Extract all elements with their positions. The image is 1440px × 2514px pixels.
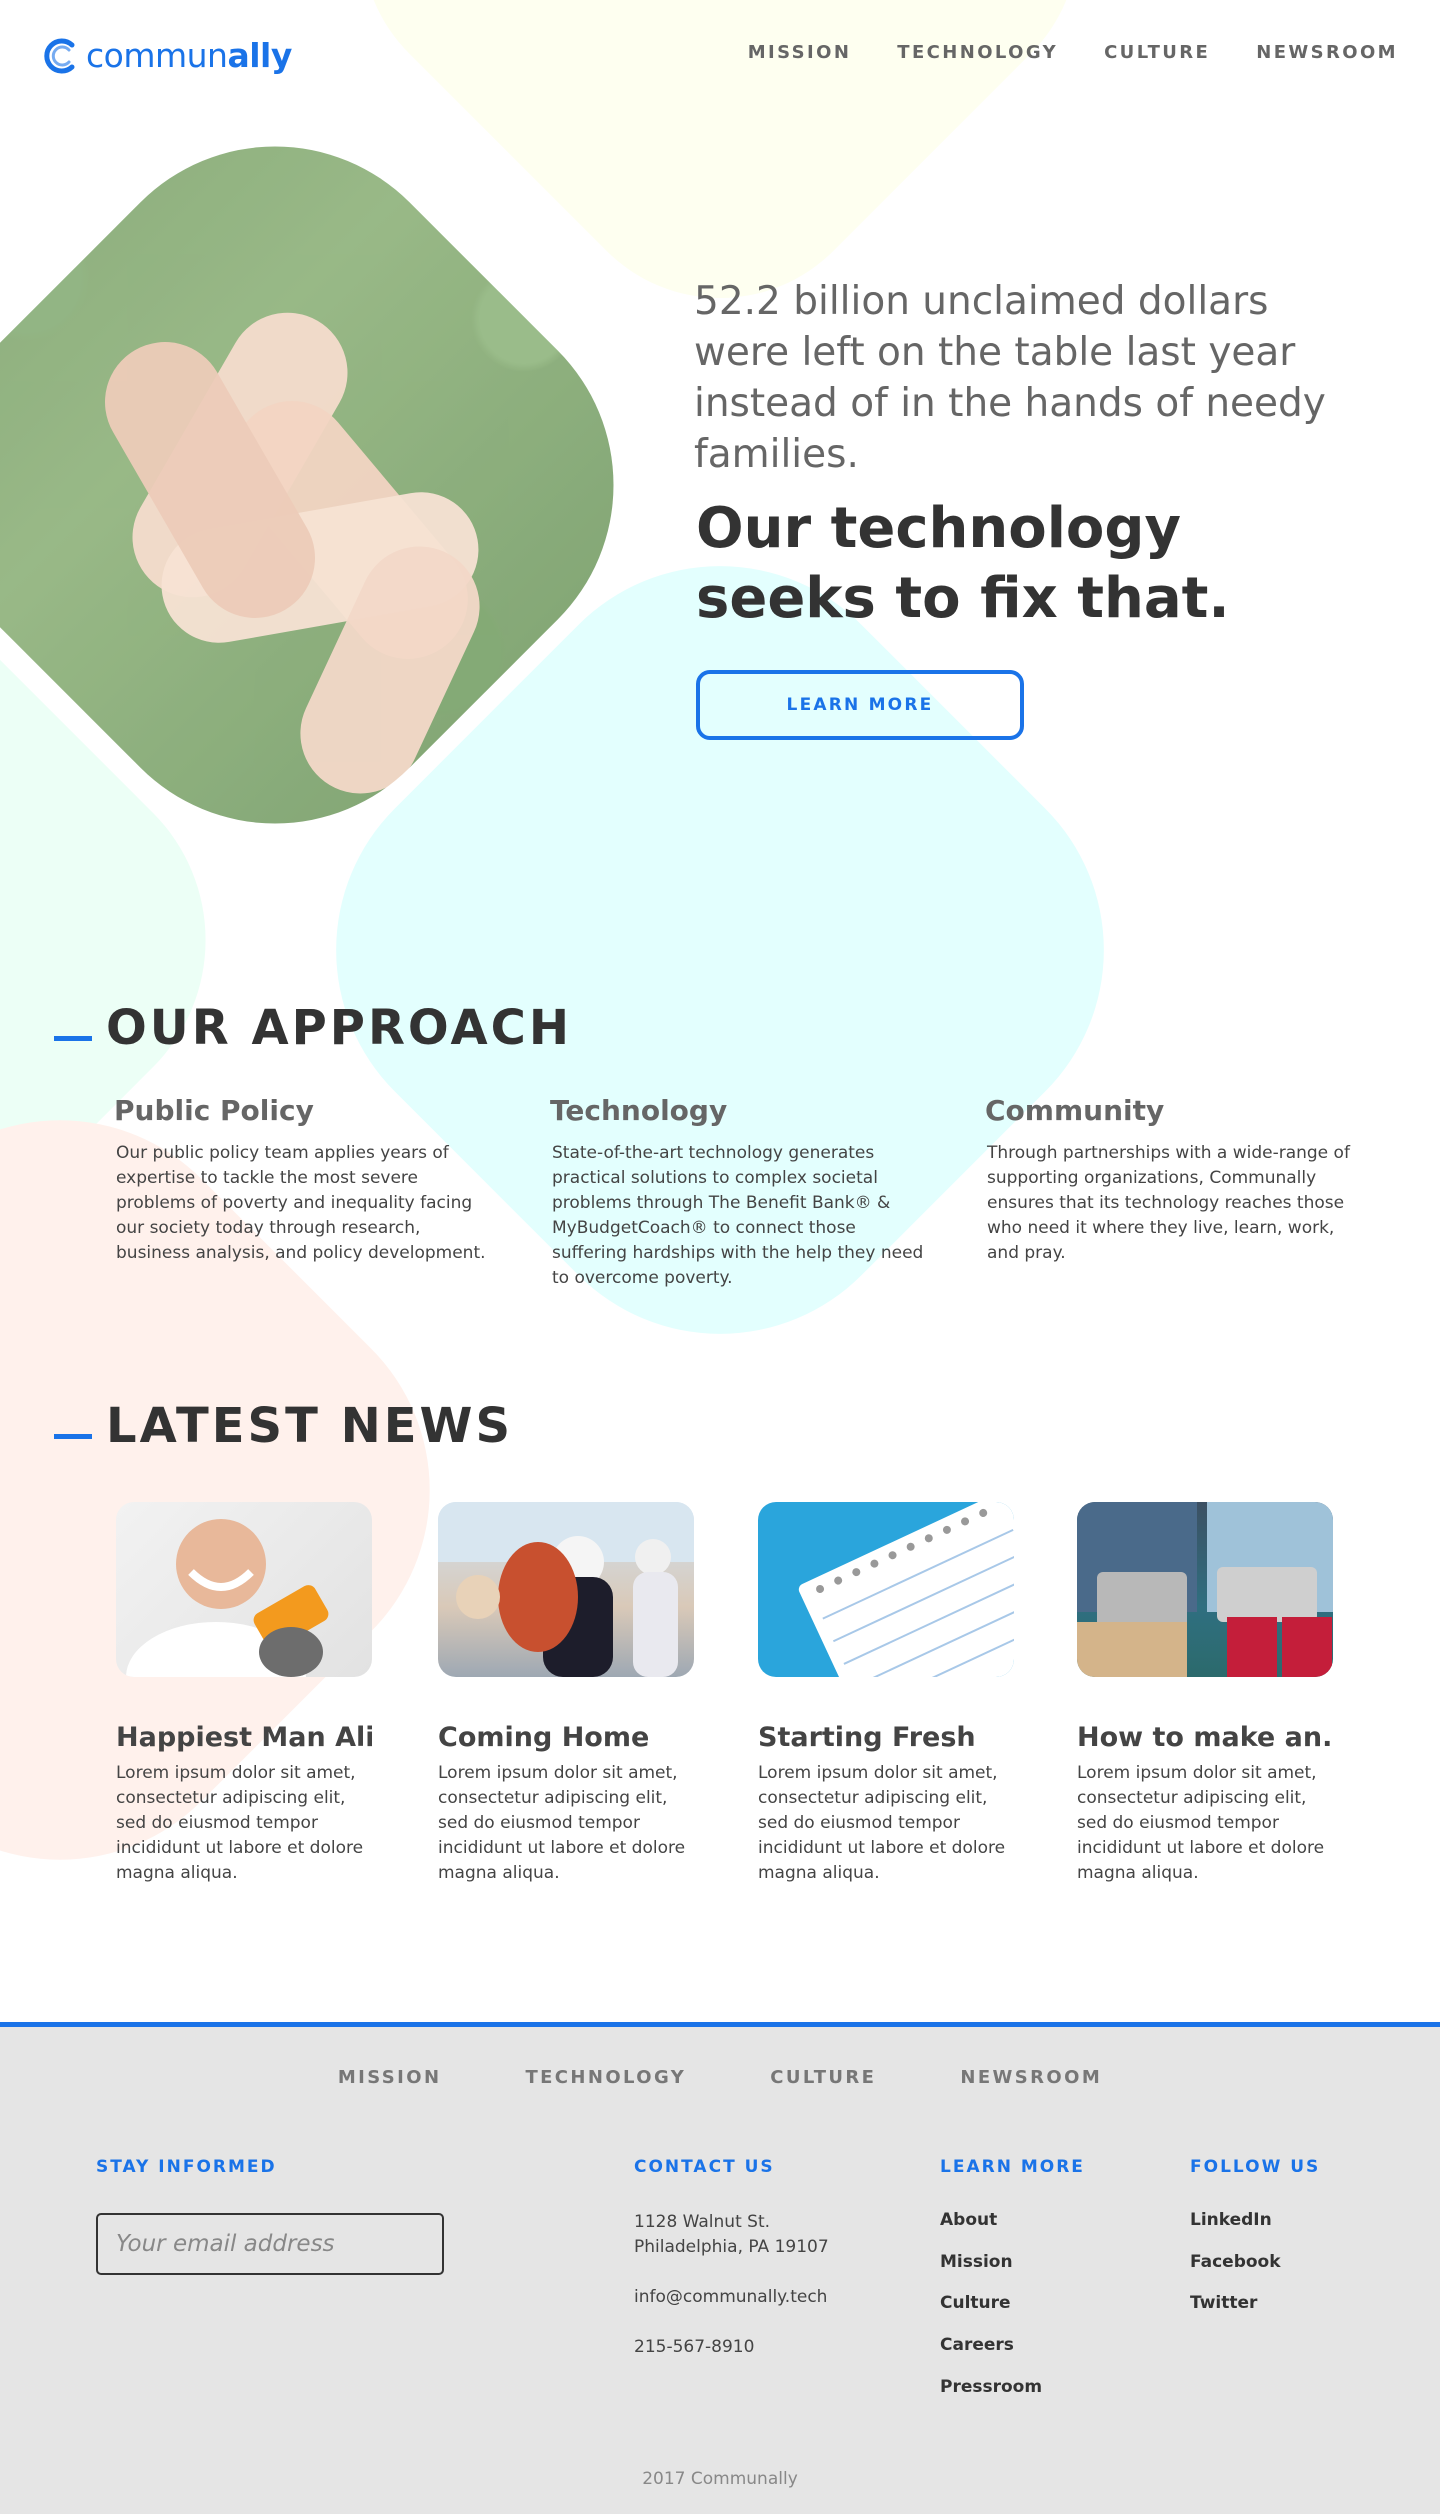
approach-column-community: Community Through partnerships with a wi… <box>985 1094 1357 1266</box>
footer-nav-link-newsroom[interactable]: NEWSROOM <box>960 2067 1102 2088</box>
news-thumbnail-laptops[interactable] <box>1077 1502 1333 1677</box>
approach-column-public-policy: Public Policy Our public policy team app… <box>114 1094 496 1266</box>
footer-nav: MISSION TECHNOLOGY CULTURE NEWSROOM <box>0 2067 1440 2088</box>
site-header: communally MISSION TECHNOLOGY CULTURE NE… <box>0 0 1440 110</box>
news-card[interactable]: Starting Fresh Lorem ipsum dolor sit ame… <box>758 1502 1014 1886</box>
approach-column-title: Technology <box>550 1094 728 1127</box>
news-card[interactable]: Happiest Man Alive Lorem ipsum dolor sit… <box>116 1502 372 1886</box>
footer-link-pressroom[interactable]: Pressroom <box>940 2377 1042 2397</box>
news-card-title[interactable]: How to make an... <box>1077 1722 1333 1753</box>
news-card-title[interactable]: Happiest Man Alive <box>116 1722 372 1753</box>
follow-us-heading: FOLLOW US <box>1190 2157 1321 2177</box>
footer-link-about[interactable]: About <box>940 2210 997 2230</box>
title-accent-bar <box>54 1433 92 1439</box>
news-card[interactable]: How to make an... Lorem ipsum dolor sit … <box>1077 1502 1333 1886</box>
contact-phone-link[interactable]: 215-567-8910 <box>634 2335 754 2360</box>
news-card-title[interactable]: Coming Home <box>438 1722 694 1753</box>
footer-nav-link-technology[interactable]: TECHNOLOGY <box>525 2067 686 2088</box>
footer-nav-link-culture[interactable]: CULTURE <box>770 2067 876 2088</box>
approach-column-text: State-of-the-art technology generates pr… <box>552 1143 924 1288</box>
footer-link-linkedin[interactable]: LinkedIn <box>1190 2210 1272 2230</box>
news-section-title: LATEST NEWS <box>54 1398 513 1454</box>
logo-link[interactable]: communally <box>42 36 292 75</box>
contact-address-line2: Philadelphia, PA 19107 <box>634 2237 829 2257</box>
footer-link-mission[interactable]: Mission <box>940 2252 1013 2272</box>
stay-informed-heading: STAY INFORMED <box>96 2157 277 2177</box>
site-footer: MISSION TECHNOLOGY CULTURE NEWSROOM STAY… <box>0 2022 1440 2514</box>
contact-email-link[interactable]: info@communally.tech <box>634 2285 827 2310</box>
approach-title: OUR APPROACH <box>106 1000 572 1056</box>
approach-column-title: Public Policy <box>114 1094 314 1127</box>
news-card-text: Lorem ipsum dolor sit amet, consectetur … <box>1077 1763 1325 1883</box>
learn-more-button[interactable]: LEARN MORE <box>696 670 1024 740</box>
email-input[interactable] <box>96 2213 444 2275</box>
nav-link-mission[interactable]: MISSION <box>748 42 852 63</box>
news-card-text: Lorem ipsum dolor sit amet, consectetur … <box>758 1763 1006 1883</box>
footer-link-facebook[interactable]: Facebook <box>1190 2252 1281 2272</box>
main-nav: MISSION TECHNOLOGY CULTURE NEWSROOM <box>748 42 1398 63</box>
news-thumbnail-homecoming[interactable] <box>438 1502 694 1677</box>
learn-more-heading: LEARN MORE <box>940 2157 1085 2177</box>
logo-text: communally <box>86 36 292 75</box>
news-card[interactable]: Coming Home Lorem ipsum dolor sit amet, … <box>438 1502 694 1886</box>
hero-heading: Our technology seeks to fix that. <box>696 496 1230 631</box>
logo-text-suffix: ally <box>227 36 292 75</box>
approach-column-technology: Technology State-of-the-art technology g… <box>550 1094 932 1291</box>
footer-nav-link-mission[interactable]: MISSION <box>338 2067 442 2088</box>
nav-link-technology[interactable]: TECHNOLOGY <box>897 42 1058 63</box>
approach-section-title: OUR APPROACH <box>54 1000 572 1056</box>
news-thumbnail-notepad[interactable] <box>758 1502 1014 1677</box>
approach-column-text: Our public policy team applies years of … <box>116 1143 486 1263</box>
logo-text-prefix: commun <box>86 36 228 75</box>
footer-link-careers[interactable]: Careers <box>940 2335 1014 2355</box>
nav-link-culture[interactable]: CULTURE <box>1104 42 1210 63</box>
news-title: LATEST NEWS <box>106 1398 514 1454</box>
title-accent-bar <box>54 1035 92 1041</box>
news-card-text: Lorem ipsum dolor sit amet, consectetur … <box>438 1763 686 1883</box>
contact-address-line1: 1128 Walnut St. <box>634 2212 771 2232</box>
footer-link-culture[interactable]: Culture <box>940 2293 1011 2313</box>
approach-column-title: Community <box>985 1094 1165 1127</box>
approach-column-text: Through partnerships with a wide-range o… <box>987 1143 1350 1263</box>
news-thumbnail-man-with-drill[interactable] <box>116 1502 372 1677</box>
contact-us-heading: CONTACT US <box>634 2157 775 2177</box>
news-card-title[interactable]: Starting Fresh <box>758 1722 1014 1753</box>
copyright-text: 2017 Communally <box>642 2469 798 2489</box>
nav-link-newsroom[interactable]: NEWSROOM <box>1256 42 1398 63</box>
news-card-text: Lorem ipsum dolor sit amet, consectetur … <box>116 1763 364 1883</box>
footer-link-twitter[interactable]: Twitter <box>1190 2293 1257 2313</box>
hero-stat-text: 52.2 billion unclaimed dollars were left… <box>694 279 1326 477</box>
logo-icon <box>42 37 80 75</box>
